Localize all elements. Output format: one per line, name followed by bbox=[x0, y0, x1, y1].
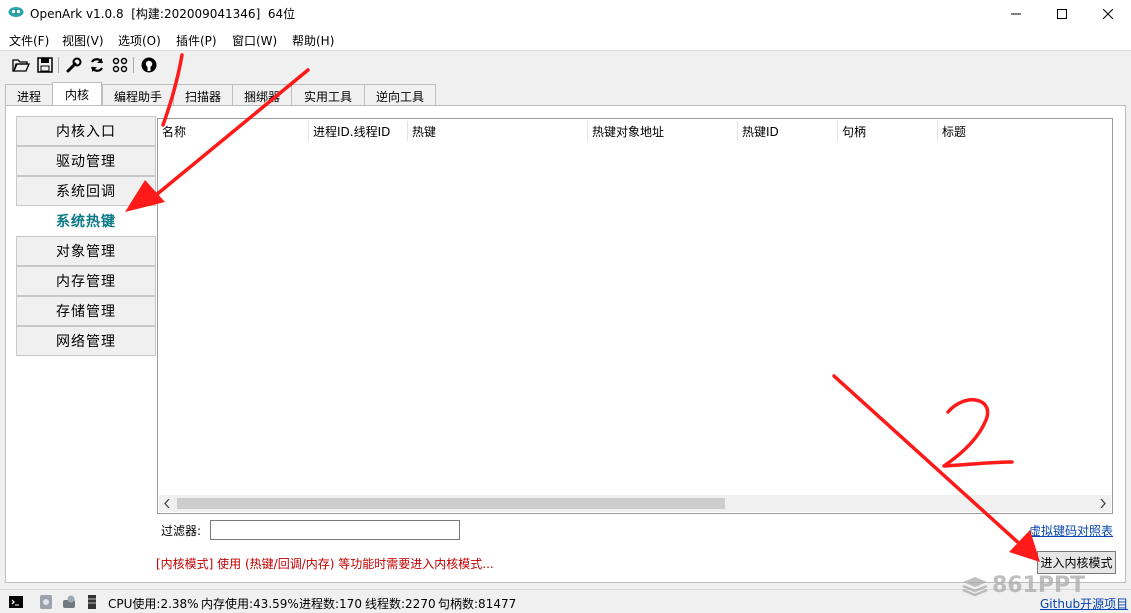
maximize-button[interactable] bbox=[1039, 0, 1085, 28]
menu-view[interactable]: 视图(V) bbox=[62, 32, 104, 49]
sidebar-item-driver-manager[interactable]: 驱动管理 bbox=[16, 146, 156, 176]
sidebar-item-storage-manager[interactable]: 存储管理 bbox=[16, 296, 156, 326]
scrollbar-thumb[interactable] bbox=[177, 498, 725, 509]
window-title: OpenArk v1.0.8 [构建:202009041346] 64位 bbox=[30, 7, 296, 21]
column-separator bbox=[308, 121, 309, 141]
refresh-button[interactable] bbox=[87, 55, 107, 75]
cpu-usage: CPU使用:2.38% bbox=[108, 597, 199, 611]
disk-icon[interactable] bbox=[38, 594, 54, 610]
filter-label: 过滤器: bbox=[161, 524, 202, 538]
wrench-button[interactable] bbox=[64, 55, 84, 75]
tab-reverse-tools[interactable]: 逆向工具 bbox=[364, 84, 436, 106]
tools-icon[interactable] bbox=[61, 594, 77, 610]
menu-window[interactable]: 窗口(W) bbox=[232, 32, 277, 49]
handle-count: 句柄数:81477 bbox=[438, 597, 517, 611]
title-bar: OpenArk v1.0.8 [构建:202009041346] 64位 bbox=[0, 0, 1131, 28]
column-separator bbox=[587, 121, 588, 141]
console-icon[interactable] bbox=[8, 594, 24, 610]
wrench-icon bbox=[66, 57, 82, 73]
process-count: 进程数:170 bbox=[299, 597, 362, 611]
watermark: 861PPT bbox=[962, 573, 1085, 598]
column-separator bbox=[837, 121, 838, 141]
thread-count: 线程数:2270 bbox=[365, 597, 436, 611]
close-button[interactable] bbox=[1085, 0, 1131, 28]
hotkey-table[interactable]: 名称 进程ID.线程ID 热键 热键对象地址 热键ID 句柄 标题 bbox=[157, 118, 1113, 514]
menu-help[interactable]: 帮助(H) bbox=[292, 32, 334, 49]
github-icon bbox=[141, 57, 157, 73]
sidebar-item-network-manager[interactable]: 网络管理 bbox=[16, 326, 156, 356]
minimize-button[interactable] bbox=[993, 0, 1039, 28]
column-header-hotkey-object-address[interactable]: 热键对象地址 bbox=[592, 123, 664, 140]
minimize-icon bbox=[1011, 13, 1021, 15]
toolbar-separator bbox=[133, 57, 134, 73]
app-logo-icon bbox=[8, 7, 24, 17]
sidebar-item-system-callbacks[interactable]: 系统回调 bbox=[16, 176, 156, 206]
open-folder-icon bbox=[12, 59, 30, 72]
tab-kernel[interactable]: 内核 bbox=[52, 82, 102, 107]
toolbar bbox=[0, 50, 1131, 78]
column-header-handle[interactable]: 句柄 bbox=[842, 123, 866, 140]
watermark-text: 861PPT bbox=[992, 573, 1086, 598]
tab-coding-helper[interactable]: 编程助手 bbox=[102, 84, 174, 106]
column-separator bbox=[737, 121, 738, 141]
toolbar-separator bbox=[58, 57, 59, 73]
open-folder-button[interactable] bbox=[11, 55, 31, 75]
filter-input[interactable] bbox=[210, 520, 460, 540]
menu-bar: 文件(F) 视图(V) 选项(O) 插件(P) 窗口(W) 帮助(H) bbox=[0, 28, 1131, 50]
sidebar-item-kernel-entry[interactable]: 内核入口 bbox=[16, 116, 156, 146]
column-header-pid-tid[interactable]: 进程ID.线程ID bbox=[313, 123, 390, 140]
column-header-hotkey-id[interactable]: 热键ID bbox=[742, 123, 779, 140]
sidebar-item-system-hotkeys[interactable]: 系统热键 bbox=[16, 206, 156, 236]
tab-process[interactable]: 进程 bbox=[5, 84, 53, 106]
scroll-right-icon[interactable] bbox=[1099, 499, 1107, 508]
tab-scanner[interactable]: 扫描器 bbox=[173, 84, 233, 106]
save-icon bbox=[37, 57, 53, 73]
column-separator bbox=[407, 121, 408, 141]
column-header-hotkey[interactable]: 热键 bbox=[412, 123, 436, 140]
kernel-mode-notice: [内核模式] 使用 (热键/回调/内存) 等功能时需要进入内核模式... bbox=[156, 557, 494, 571]
menu-plugins[interactable]: 插件(P) bbox=[176, 32, 217, 49]
menu-options[interactable]: 选项(O) bbox=[118, 32, 161, 49]
sidebar-item-memory-manager[interactable]: 内存管理 bbox=[16, 266, 156, 296]
horizontal-scrollbar[interactable] bbox=[159, 495, 1111, 512]
maximize-icon bbox=[1057, 9, 1067, 19]
refresh-icon bbox=[90, 58, 104, 72]
column-separator bbox=[937, 121, 938, 141]
column-header-title[interactable]: 标题 bbox=[942, 123, 966, 140]
scroll-left-icon[interactable] bbox=[163, 499, 171, 508]
close-icon bbox=[1103, 9, 1113, 19]
tab-bundler[interactable]: 捆绑器 bbox=[232, 84, 292, 106]
memory-icon[interactable] bbox=[84, 594, 100, 610]
virtual-key-table-link[interactable]: 虚拟键码对照表 bbox=[1029, 522, 1113, 539]
watermark-logo-icon bbox=[962, 576, 988, 596]
memory-usage: 内存使用:43.59% bbox=[201, 597, 299, 611]
apps-grid-button[interactable] bbox=[110, 55, 130, 75]
apps-grid-icon bbox=[112, 57, 128, 73]
sidebar-item-object-manager[interactable]: 对象管理 bbox=[16, 236, 156, 266]
tab-utilities[interactable]: 实用工具 bbox=[291, 84, 365, 106]
github-button[interactable] bbox=[139, 55, 159, 75]
enter-kernel-mode-button[interactable]: 进入内核模式 bbox=[1037, 551, 1116, 574]
column-header-name[interactable]: 名称 bbox=[162, 123, 186, 140]
menu-file[interactable]: 文件(F) bbox=[9, 32, 49, 49]
tab-bar: 进程 内核 编程助手 扫描器 捆绑器 实用工具 逆向工具 bbox=[0, 82, 1131, 107]
save-button[interactable] bbox=[35, 55, 55, 75]
